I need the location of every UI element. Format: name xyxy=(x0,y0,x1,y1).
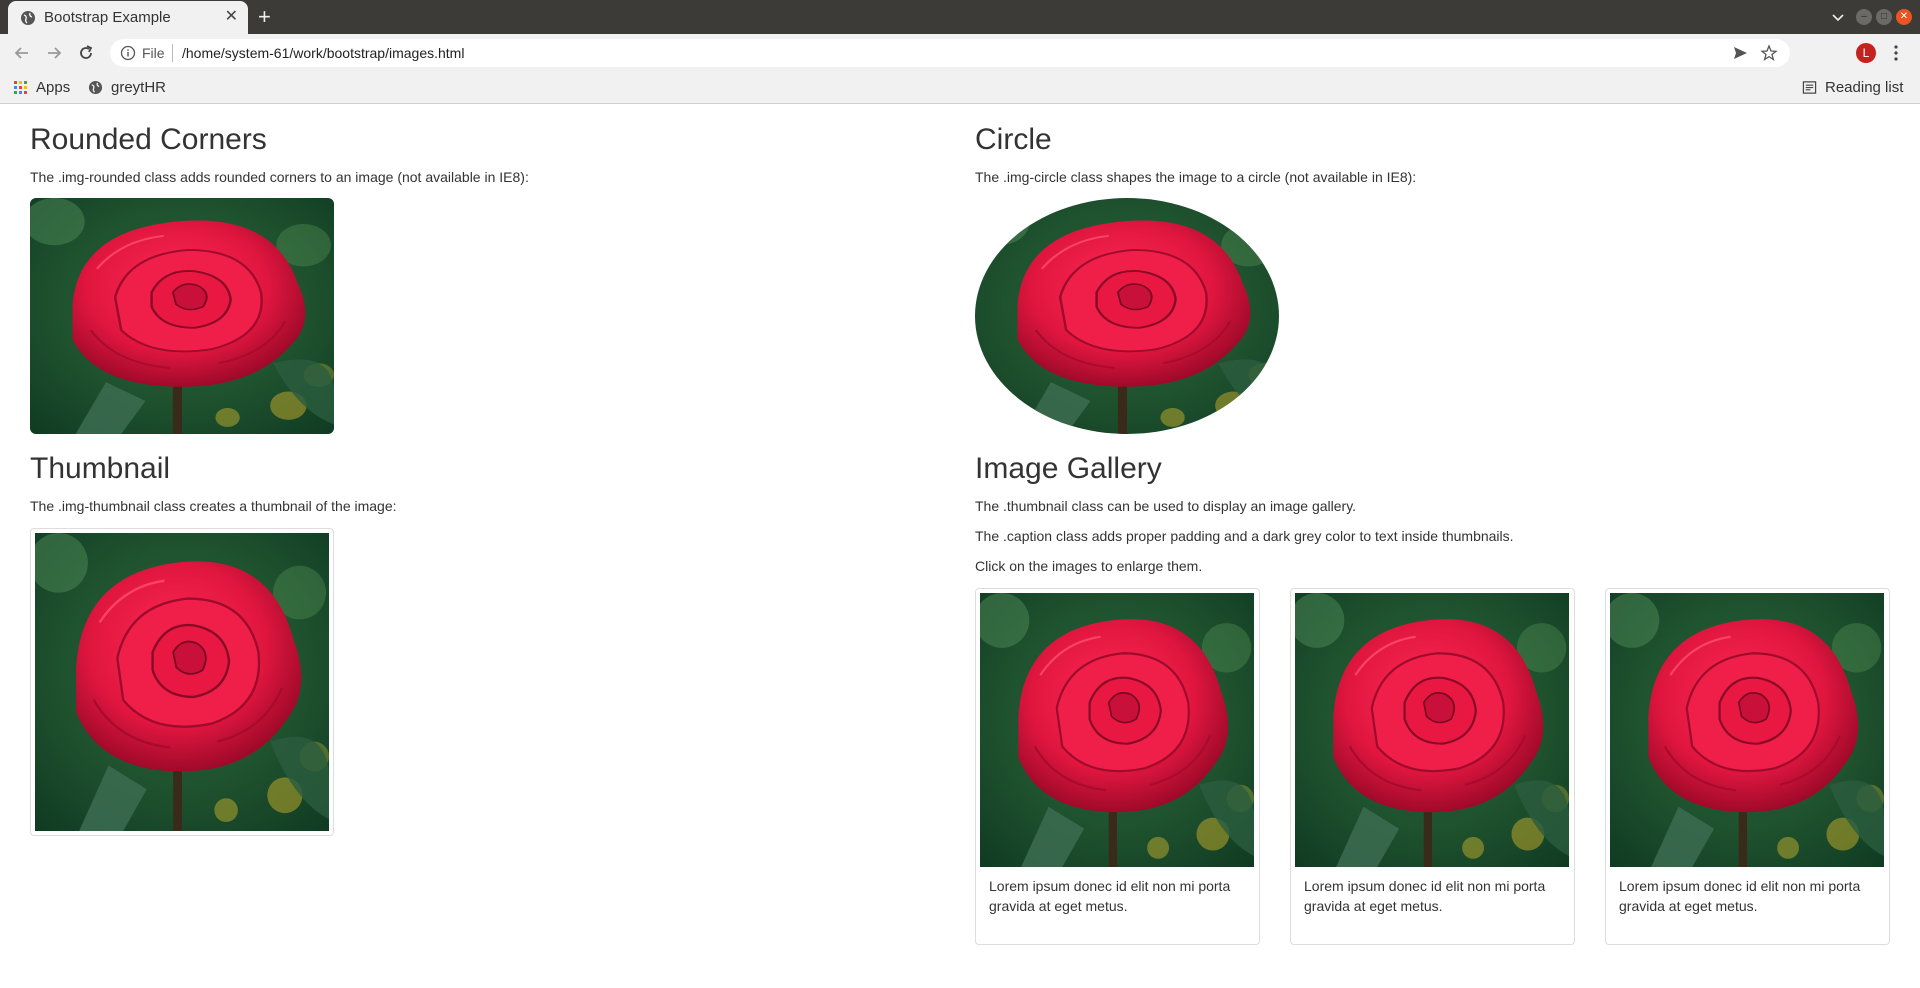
gallery-rose-image[interactable] xyxy=(1295,593,1569,867)
gallery-line-2: The .caption class adds proper padding a… xyxy=(975,528,1514,544)
forward-icon[interactable] xyxy=(44,43,64,63)
gallery-item[interactable]: Lorem ipsum donec id elit non mi porta g… xyxy=(1605,588,1890,945)
send-icon[interactable] xyxy=(1732,45,1748,61)
browser-toolbar: File /home/system-61/work/bootstrap/imag… xyxy=(0,34,1920,72)
gallery-line-1: The .thumbnail class can be used to disp… xyxy=(975,498,1357,514)
minimize-icon[interactable]: – xyxy=(1856,9,1872,25)
gallery-item[interactable]: Lorem ipsum donec id elit non mi porta g… xyxy=(975,588,1260,945)
circle-description: The .img-circle class shapes the image t… xyxy=(975,169,1417,185)
gallery-line-3: Click on the images to enlarge them. xyxy=(975,558,1203,574)
star-icon[interactable] xyxy=(1760,44,1778,62)
bookmarks-bar: Apps greytHR Reading list xyxy=(0,72,1920,104)
gallery-rose-image[interactable] xyxy=(980,593,1254,867)
apps-grid-icon xyxy=(14,80,28,95)
circle-heading: Circle xyxy=(975,123,1052,156)
bookmark-greythr[interactable]: greytHR xyxy=(88,79,166,96)
window-controls: – □ ✕ xyxy=(1856,9,1912,25)
thumbnail-description: The .img-thumbnail class creates a thumb… xyxy=(30,498,397,514)
tab-bar: Bootstrap Example ✕ + – □ ✕ xyxy=(0,0,1920,34)
tab-title: Bootstrap Example xyxy=(44,9,171,26)
reading-list-label: Reading list xyxy=(1825,79,1904,96)
maximize-icon[interactable]: □ xyxy=(1876,9,1892,25)
thumbnail-rose-image xyxy=(30,528,334,836)
reading-list-icon xyxy=(1802,81,1817,94)
globe-icon xyxy=(88,80,103,95)
rounded-description: The .img-rounded class adds rounded corn… xyxy=(30,169,529,185)
address-url[interactable]: /home/system-61/work/bootstrap/images.ht… xyxy=(182,45,464,61)
rounded-heading: Rounded Corners xyxy=(30,123,267,156)
thumbnail-heading: Thumbnail xyxy=(30,452,171,485)
reload-icon[interactable] xyxy=(76,43,96,63)
gallery-heading: Image Gallery xyxy=(975,452,1162,485)
address-divider xyxy=(172,44,173,62)
reading-list-button[interactable]: Reading list xyxy=(1802,79,1903,96)
close-window-icon[interactable]: ✕ xyxy=(1896,9,1912,25)
page-content: Rounded Corners The .img-rounded class a… xyxy=(0,105,1920,988)
gallery-item[interactable]: Lorem ipsum donec id elit non mi porta g… xyxy=(1290,588,1575,945)
gallery-caption: Lorem ipsum donec id elit non mi porta g… xyxy=(1619,878,1861,914)
address-scheme: File xyxy=(142,45,165,61)
gallery-caption: Lorem ipsum donec id elit non mi porta g… xyxy=(1304,878,1546,914)
bookmark-label: greytHR xyxy=(111,79,167,96)
close-tab-icon[interactable]: ✕ xyxy=(225,7,238,27)
circle-rose-image xyxy=(975,198,1279,434)
info-icon[interactable] xyxy=(120,45,136,61)
address-bar[interactable]: File /home/system-61/work/bootstrap/imag… xyxy=(110,39,1790,67)
gallery-rose-image[interactable] xyxy=(1610,593,1884,867)
globe-icon xyxy=(21,11,35,25)
gallery-caption: Lorem ipsum donec id elit non mi porta g… xyxy=(989,878,1231,914)
avatar[interactable]: L xyxy=(1856,43,1876,63)
new-tab-button[interactable]: + xyxy=(258,4,271,30)
menu-dots-icon[interactable] xyxy=(1892,43,1900,63)
browser-tab[interactable]: Bootstrap Example ✕ xyxy=(8,1,248,34)
back-icon[interactable] xyxy=(12,43,32,63)
bookmark-apps[interactable]: Apps xyxy=(14,79,70,96)
rounded-rose-image xyxy=(30,198,334,434)
bookmark-label: Apps xyxy=(36,79,71,96)
chevron-down-icon[interactable] xyxy=(1830,9,1846,25)
